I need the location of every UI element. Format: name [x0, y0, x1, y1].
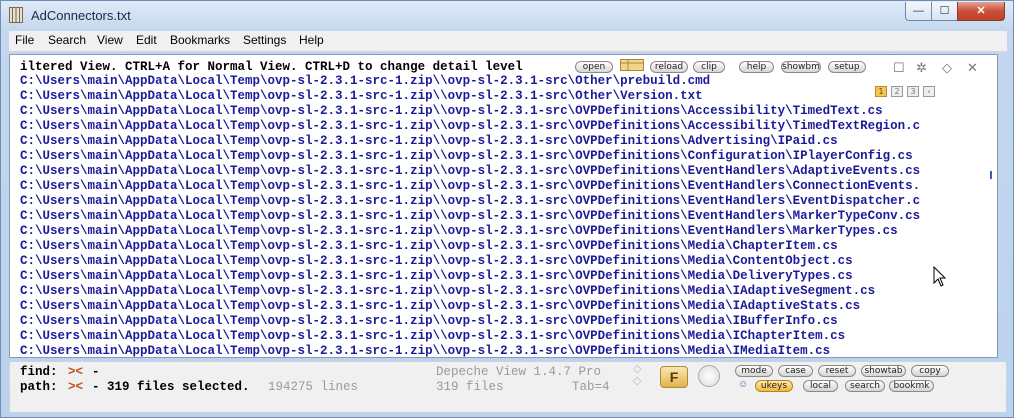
bookmk-button[interactable]: bookmk	[889, 380, 934, 392]
tab-size: Tab=4	[572, 380, 610, 394]
minimize-icon: —	[913, 5, 924, 17]
file-list: C:\Users\main\AppData\Local\Temp\ovp-sl-…	[20, 74, 920, 357]
list-item[interactable]: C:\Users\main\AppData\Local\Temp\ovp-sl-…	[20, 254, 920, 269]
list-item[interactable]: C:\Users\main\AppData\Local\Temp\ovp-sl-…	[20, 329, 920, 344]
status-panel: find: >< - path: >< - 319 files selected…	[9, 361, 1007, 413]
app-icon	[9, 7, 23, 23]
list-item[interactable]: C:\Users\main\AppData\Local\Temp\ovp-sl-…	[20, 194, 920, 209]
case-button[interactable]: case	[778, 365, 813, 377]
menu-file[interactable]: File	[15, 33, 34, 47]
list-item[interactable]: C:\Users\main\AppData\Local\Temp\ovp-sl-…	[20, 104, 920, 119]
list-item[interactable]: C:\Users\main\AppData\Local\Temp\ovp-sl-…	[20, 89, 920, 104]
close-icon: ✕	[976, 5, 986, 17]
menu-help[interactable]: Help	[299, 33, 324, 47]
title-bar[interactable]: AdConnectors.txt — ☐ ✕	[1, 1, 1013, 29]
help-button[interactable]: help	[739, 61, 774, 73]
filter-button[interactable]: F	[660, 366, 688, 388]
close-view-icon[interactable]: ✕	[967, 60, 978, 76]
maximize-icon: ☐	[939, 5, 950, 17]
menu-search[interactable]: Search	[48, 33, 86, 47]
find-label: find:	[20, 365, 58, 379]
window-title: AdConnectors.txt	[31, 8, 131, 23]
reset-button[interactable]: reset	[818, 365, 856, 377]
app-window: AdConnectors.txt — ☐ ✕ File Search View …	[0, 0, 1014, 418]
list-item[interactable]: C:\Users\main\AppData\Local\Temp\ovp-sl-…	[20, 119, 920, 134]
find-cursor-icon: ><	[68, 365, 84, 379]
up-down-arrows-icon[interactable]: ◇ ◇	[633, 363, 641, 387]
list-item[interactable]: C:\Users\main\AppData\Local\Temp\ovp-sl-…	[20, 209, 920, 224]
list-item[interactable]: C:\Users\main\AppData\Local\Temp\ovp-sl-…	[20, 344, 920, 357]
menu-edit[interactable]: Edit	[136, 33, 157, 47]
panel-icon[interactable]	[620, 59, 644, 74]
list-item[interactable]: C:\Users\main\AppData\Local\Temp\ovp-sl-…	[20, 179, 920, 194]
local-button[interactable]: local	[803, 380, 838, 392]
copy-button[interactable]: copy	[911, 365, 949, 377]
mouse-cursor-icon	[933, 266, 947, 287]
showtab-button[interactable]: showtab	[861, 365, 906, 377]
menu-settings[interactable]: Settings	[243, 33, 286, 47]
list-item[interactable]: C:\Users\main\AppData\Local\Temp\ovp-sl-…	[20, 299, 920, 314]
menu-bar: File Search View Edit Bookmarks Settings…	[9, 31, 1007, 52]
swap-icon[interactable]: ◇	[942, 60, 952, 76]
menu-bookmarks[interactable]: Bookmarks	[170, 33, 230, 47]
list-item[interactable]: C:\Users\main\AppData\Local\Temp\ovp-sl-…	[20, 239, 920, 254]
files-count: 319 files	[436, 380, 504, 394]
menu-view[interactable]: View	[97, 33, 123, 47]
clip-button[interactable]: clip	[693, 61, 725, 73]
ukeys-button[interactable]: ukeys	[755, 380, 793, 392]
mode-button[interactable]: mode	[735, 365, 773, 377]
scroll-position-marker[interactable]	[990, 171, 992, 179]
circle-button[interactable]	[698, 365, 720, 387]
path-cursor-icon: ><	[68, 380, 84, 394]
maximize-button[interactable]: ☐	[931, 2, 958, 21]
path-label: path:	[20, 380, 58, 394]
reload-button[interactable]: reload	[650, 61, 688, 73]
list-item[interactable]: C:\Users\main\AppData\Local\Temp\ovp-sl-…	[20, 134, 920, 149]
close-button[interactable]: ✕	[957, 2, 1005, 21]
view-mode-header: iltered View. CTRL+A for Normal View. CT…	[20, 60, 523, 74]
find-value[interactable]: -	[92, 365, 100, 379]
list-item[interactable]: C:\Users\main\AppData\Local\Temp\ovp-sl-…	[20, 149, 920, 164]
showbm-button[interactable]: showbm	[781, 61, 821, 73]
list-item[interactable]: C:\Users\main\AppData\Local\Temp\ovp-sl-…	[20, 284, 920, 299]
page-nav-icon[interactable]: ‹	[923, 86, 935, 97]
open-button[interactable]: open	[575, 61, 613, 73]
setup-button[interactable]: setup	[828, 61, 866, 73]
list-item[interactable]: C:\Users\main\AppData\Local\Temp\ovp-sl-…	[20, 314, 920, 329]
minimize-button[interactable]: —	[905, 2, 932, 21]
list-item[interactable]: C:\Users\main\AppData\Local\Temp\ovp-sl-…	[20, 269, 920, 284]
search-button[interactable]: search	[845, 380, 885, 392]
list-item[interactable]: C:\Users\main\AppData\Local\Temp\ovp-sl-…	[20, 74, 920, 89]
list-item[interactable]: C:\Users\main\AppData\Local\Temp\ovp-sl-…	[20, 224, 920, 239]
text-view[interactable]: iltered View. CTRL+A for Normal View. CT…	[9, 54, 998, 358]
keyboard-icon: ☺	[738, 379, 749, 390]
lines-count: 194275 lines	[268, 380, 359, 394]
app-name: Depeche View 1.4.7 Pro	[436, 365, 602, 379]
path-value[interactable]: - 319 files selected.	[92, 380, 250, 394]
list-item[interactable]: C:\Users\main\AppData\Local\Temp\ovp-sl-…	[20, 164, 920, 179]
